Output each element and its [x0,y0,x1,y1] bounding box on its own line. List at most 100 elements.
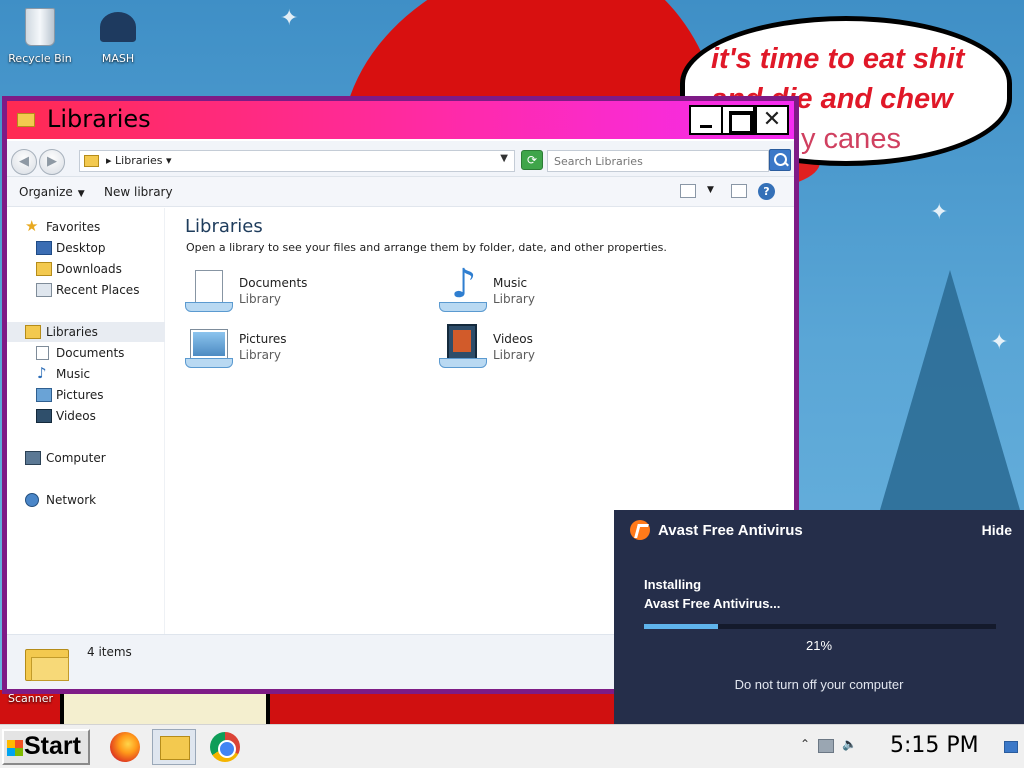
pictures-library-icon [185,324,233,370]
nav-recent-places[interactable]: Recent Places [7,280,165,300]
volume-icon[interactable]: 🔈 [842,737,857,751]
avast-install-popup: Avast Free Antivirus Hide Installing Ava… [614,510,1024,724]
nav-documents[interactable]: Documents [7,343,165,363]
recent-places-icon [36,283,52,297]
library-type: Library [493,348,535,362]
window-title: Libraries [47,105,151,133]
pictures-icon [36,388,52,402]
wallpaper-tree [880,270,1020,510]
film-icon [36,409,52,423]
computer-icon [25,451,41,465]
close-button[interactable]: ✕ [755,105,789,135]
nav-label: Recent Places [56,283,140,297]
desktop-icon-recycle-bin[interactable]: Recycle Bin [2,8,78,65]
organize-menu[interactable]: Organize ▼ [19,185,85,199]
libraries-folder-icon [17,113,35,127]
maximize-button[interactable] [721,105,755,135]
forward-button[interactable]: ▶ [39,149,65,175]
install-progress-fill [644,624,718,629]
preview-pane-icon[interactable] [731,184,747,198]
view-options-dropdown-icon[interactable]: ▼ [707,185,714,195]
search-icon[interactable] [769,149,791,171]
refresh-button[interactable]: ⟳ [521,150,543,170]
address-crumb[interactable]: ▸ Libraries ▾ [106,154,172,167]
chevron-down-icon: ▼ [77,189,85,199]
nav-label: Pictures [56,388,104,402]
nav-label: Music [56,367,91,381]
back-button[interactable]: ◀ [11,149,37,175]
breadcrumb-libraries[interactable]: Libraries [115,154,163,167]
install-warning-note: Do not turn off your computer [734,677,904,692]
nav-network[interactable]: Network [7,490,165,510]
window-titlebar[interactable]: Libraries ✕ [7,101,794,139]
new-library-button[interactable]: New library [104,185,173,199]
nav-label: Computer [46,451,106,465]
music-note-icon: ♪ [37,364,47,382]
desktop-icon [36,241,52,255]
desktop-icon-mash[interactable]: MASH [80,8,156,65]
library-item-music[interactable]: ♪ Music Library [439,264,679,318]
nav-computer[interactable]: Computer [7,448,165,468]
network-icon [25,493,39,507]
minimize-button[interactable] [689,105,723,135]
avast-title: Avast Free Antivirus [658,522,803,539]
taskbar-clock[interactable]: 5:15 PM [890,733,979,758]
nav-libraries[interactable]: Libraries [7,322,165,342]
wallpaper-cream-shape [60,690,270,724]
nav-label: Libraries [46,325,98,339]
address-dropdown-icon[interactable]: ▼ [500,153,508,164]
library-name: Videos [493,332,533,346]
videos-library-icon [439,324,487,370]
nav-pictures[interactable]: Pictures [7,385,165,405]
address-input[interactable]: ▸ Libraries ▾ ▼ [79,150,515,172]
nav-label: Downloads [56,262,122,276]
organize-label: Organize [19,185,73,199]
command-bar: Organize ▼ New library ▼ ? [7,177,794,207]
document-icon [36,346,49,360]
library-item-videos[interactable]: Videos Library [439,324,679,374]
search-input[interactable] [548,151,738,171]
avast-logo-icon [630,520,650,540]
nav-videos[interactable]: Videos [7,406,165,426]
library-name: Music [493,276,528,290]
libraries-folder-icon [25,641,71,683]
library-type: Library [493,292,535,306]
nav-label: Favorites [46,220,101,234]
install-status: Installing [644,577,702,592]
windows-logo-icon [7,740,23,756]
library-item-pictures[interactable]: Pictures Library [185,324,425,374]
help-icon[interactable]: ? [758,183,775,200]
nav-label: Documents [56,346,125,360]
network-tray-icon[interactable] [818,739,834,753]
nav-music[interactable]: ♪ Music [7,364,165,384]
nav-downloads[interactable]: Downloads [7,259,165,279]
downloads-folder-icon [36,262,52,276]
desktop-icon-label: Recycle Bin [8,52,72,65]
show-hidden-icons-chevron-icon[interactable]: ⌃ [800,737,810,751]
taskbar-firefox[interactable] [102,729,146,765]
action-center-icon[interactable] [1004,741,1018,753]
music-library-icon: ♪ [439,264,487,314]
desktop-icon-label: MASH [101,52,135,65]
nav-favorites[interactable]: ★ Favorites [7,217,165,237]
documents-library-icon [185,268,233,314]
taskbar-chrome[interactable] [202,729,246,765]
change-view-icon[interactable] [680,184,696,198]
nav-desktop[interactable]: Desktop [7,238,165,258]
hide-button[interactable]: Hide [982,522,1012,538]
libraries-folder-icon [25,325,41,339]
search-box[interactable] [547,150,769,172]
libraries-folder-icon [84,155,99,167]
wallpaper-sparkle: ✦ [280,6,299,31]
library-type: Library [239,292,281,306]
start-button[interactable]: Start [2,729,90,765]
install-progress-bar [644,624,996,629]
library-name: Documents [239,276,308,290]
install-product: Avast Free Antivirus... [644,596,781,611]
library-name: Pictures [239,332,287,346]
library-item-documents[interactable]: Documents Library [185,268,425,318]
item-count: 4 items [87,645,132,659]
wallpaper-text-line: it's time to eat shit [711,43,965,75]
start-label: Start [24,732,81,760]
taskbar-file-explorer[interactable] [152,729,196,765]
